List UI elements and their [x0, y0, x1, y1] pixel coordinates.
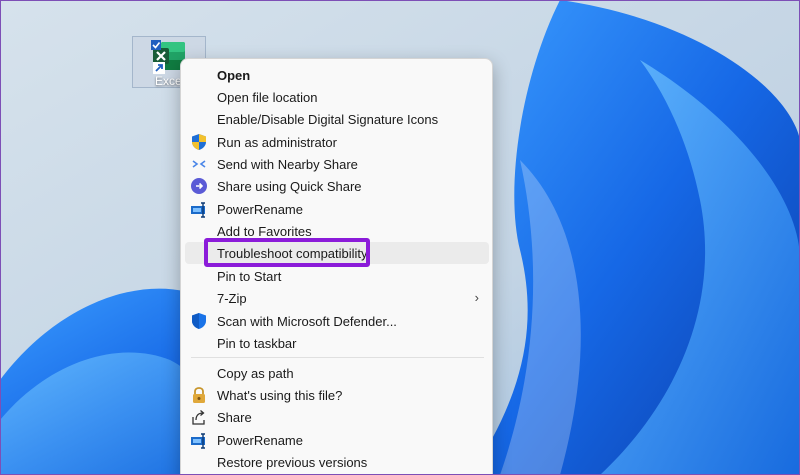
menu-item-quick-share[interactable]: Share using Quick Share	[185, 175, 489, 197]
chevron-right-icon: ›	[474, 290, 479, 305]
defender-shield-icon	[192, 313, 206, 329]
menu-item-label: Open file location	[217, 90, 318, 105]
menu-item-powerrename-2[interactable]: PowerRename	[185, 429, 489, 451]
menu-item-label: Copy as path	[217, 366, 294, 381]
menu-item-run-as-administrator[interactable]: Run as administrator	[185, 131, 489, 153]
menu-item-open[interactable]: Open	[185, 64, 489, 86]
powerrename-icon	[191, 202, 205, 218]
menu-item-label: Share using Quick Share	[217, 179, 362, 194]
menu-item-label: Open	[217, 68, 251, 83]
menu-item-restore-previous-versions[interactable]: Restore previous versions	[185, 451, 489, 473]
menu-item-label: Pin to Start	[217, 269, 282, 284]
menu-item-scan-defender[interactable]: Scan with Microsoft Defender...	[185, 310, 489, 332]
menu-item-whats-using-this-file[interactable]: What's using this file?	[185, 384, 489, 406]
highlight-annotation	[204, 238, 370, 267]
menu-item-label: What's using this file?	[217, 388, 343, 403]
menu-separator	[191, 357, 484, 358]
menu-item-label: Add to Favorites	[217, 224, 312, 239]
menu-item-label: Pin to taskbar	[217, 336, 297, 351]
nearby-share-icon	[192, 160, 206, 168]
menu-item-pin-to-start[interactable]: Pin to Start	[185, 265, 489, 287]
menu-item-label: Share	[217, 410, 252, 425]
menu-item-open-file-location[interactable]: Open file location	[185, 86, 489, 108]
share-icon	[192, 410, 205, 425]
menu-item-label: 7-Zip	[217, 291, 247, 306]
menu-item-7zip[interactable]: 7-Zip ›	[185, 287, 489, 309]
menu-item-copy-as-path[interactable]: Copy as path	[185, 362, 489, 384]
uac-shield-icon	[192, 134, 206, 150]
menu-item-share[interactable]: Share	[185, 406, 489, 428]
lock-icon	[193, 387, 205, 403]
menu-item-pin-to-taskbar[interactable]: Pin to taskbar	[185, 332, 489, 354]
menu-item-label: Send with Nearby Share	[217, 157, 358, 172]
powerrename-icon	[191, 433, 205, 449]
quick-share-icon	[191, 178, 207, 194]
menu-item-label: Scan with Microsoft Defender...	[217, 314, 397, 329]
menu-item-label: Restore previous versions	[217, 455, 368, 470]
menu-item-label: Enable/Disable Digital Signature Icons	[217, 112, 439, 127]
menu-item-powerrename[interactable]: PowerRename	[185, 198, 489, 220]
menu-item-label: PowerRename	[217, 202, 303, 217]
menu-item-label: Run as administrator	[217, 135, 337, 150]
menu-item-digital-signature-icons[interactable]: Enable/Disable Digital Signature Icons	[185, 108, 489, 130]
menu-item-label: PowerRename	[217, 433, 303, 448]
menu-item-send-nearby-share[interactable]: Send with Nearby Share	[185, 153, 489, 175]
